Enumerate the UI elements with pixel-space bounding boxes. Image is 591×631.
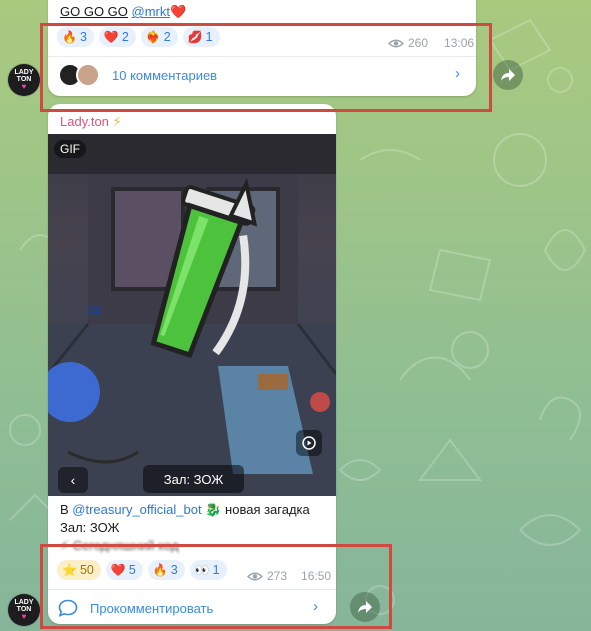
avatar-text-1: LADY: [14, 599, 34, 606]
message-time: 13:06: [444, 36, 475, 50]
message-text-line-2: Зал: ЗОЖ: [60, 520, 120, 535]
go-link[interactable]: GO GO GO: [60, 4, 128, 19]
commenter-avatar: [76, 63, 100, 87]
reaction-count: 2: [163, 30, 171, 44]
author-name[interactable]: Lady.ton ⚡: [60, 114, 122, 130]
avatar-heart: ♥: [21, 612, 27, 621]
reaction-fire[interactable]: 🔥 3: [147, 560, 185, 580]
reaction-star[interactable]: ⭐ 50: [57, 560, 101, 580]
text-prefix: В: [60, 502, 69, 517]
reaction-count: 1: [205, 30, 213, 44]
bottom-message-meta: 273 16:50: [247, 569, 331, 583]
top-message-text: GO GO GO @mrkt❤️: [60, 4, 186, 20]
treasury-bot-mention-link[interactable]: @treasury_official_bot: [72, 502, 201, 517]
chevron-left-icon[interactable]: ‹: [58, 467, 88, 493]
fire-icon: 🔥: [62, 30, 77, 44]
message-text-line-3: ⚡ Сегодняшний код: [60, 538, 179, 553]
top-comments-button[interactable]: 10 комментариев: [58, 62, 468, 88]
lightning-badge-icon: ⚡: [112, 114, 122, 129]
share-arrow-icon: [358, 601, 372, 613]
reaction-count: 3: [170, 563, 178, 577]
comment-bubble-icon: [58, 599, 78, 617]
top-comments-divider: [48, 56, 476, 57]
reaction-count: 1: [212, 563, 220, 577]
share-button[interactable]: [350, 592, 380, 622]
reaction-kiss[interactable]: 💋 1: [182, 27, 220, 47]
view-count: 260: [408, 36, 429, 50]
reaction-heart[interactable]: ❤️ 5: [105, 560, 143, 580]
reaction-fire[interactable]: 🔥 3: [57, 27, 94, 47]
star-icon: ⭐: [62, 563, 77, 577]
avatar-text-1: LADY: [14, 69, 34, 76]
heart-on-fire-icon: ❤️‍🔥: [145, 30, 161, 44]
media-caption: Зал: ЗОЖ: [143, 465, 244, 493]
comments-count-label: 10 комментариев: [112, 67, 218, 83]
reaction-eyes[interactable]: 👀 1: [189, 560, 227, 580]
comment-button-label: Прокомментировать: [90, 600, 214, 616]
gym-illustration: [48, 134, 336, 496]
mrkt-mention-link[interactable]: @mrkt: [132, 4, 170, 19]
channel-avatar[interactable]: LADY TON ♥: [8, 64, 40, 96]
play-icon[interactable]: [296, 430, 322, 456]
reaction-count: 5: [128, 563, 136, 577]
gif-media[interactable]: [48, 134, 336, 496]
heart-icon: ❤️: [103, 30, 119, 44]
bottom-reactions: ⭐ 50 ❤️ 5 🔥 3 👀 1: [57, 560, 227, 580]
dragon-emoji-icon: 🐉: [205, 502, 222, 517]
eye-icon: [247, 572, 263, 580]
heart-icon: ❤️: [110, 563, 126, 577]
reaction-heart[interactable]: ❤️ 2: [98, 27, 136, 47]
gif-badge: GIF: [54, 140, 86, 158]
chevron-right-icon: ›: [313, 598, 318, 615]
reaction-count: 2: [121, 30, 129, 44]
bottom-comments-divider: [48, 589, 336, 590]
reaction-count: 3: [79, 30, 87, 44]
top-reactions: 🔥 3 ❤️ 2 ❤️‍🔥 2 💋 1: [57, 27, 220, 47]
message-text-line-1: В @treasury_official_bot 🐉 новая загадка: [60, 502, 310, 518]
text-suffix: новая загадка: [225, 502, 310, 517]
reaction-count: 50: [79, 563, 94, 577]
commenter-avatars: [58, 63, 104, 87]
view-count: 273: [267, 569, 288, 583]
reaction-heart-on-fire[interactable]: ❤️‍🔥 2: [140, 27, 178, 47]
chevron-right-icon: ›: [455, 65, 460, 82]
channel-avatar[interactable]: LADY TON ♥: [8, 594, 40, 626]
share-arrow-icon: [501, 69, 515, 81]
message-time: 16:50: [301, 569, 332, 583]
top-message-meta: 260 13:06: [388, 36, 474, 50]
kiss-icon: 💋: [187, 30, 203, 44]
eye-icon: [388, 39, 404, 47]
comment-button[interactable]: Прокомментировать: [58, 596, 328, 620]
author-name-text: Lady.ton: [60, 114, 109, 129]
share-button[interactable]: [493, 60, 523, 90]
fire-icon: 🔥: [152, 563, 168, 577]
avatar-heart: ♥: [21, 82, 27, 91]
heart-emoji: ❤️: [170, 4, 187, 19]
eyes-icon: 👀: [194, 563, 210, 577]
